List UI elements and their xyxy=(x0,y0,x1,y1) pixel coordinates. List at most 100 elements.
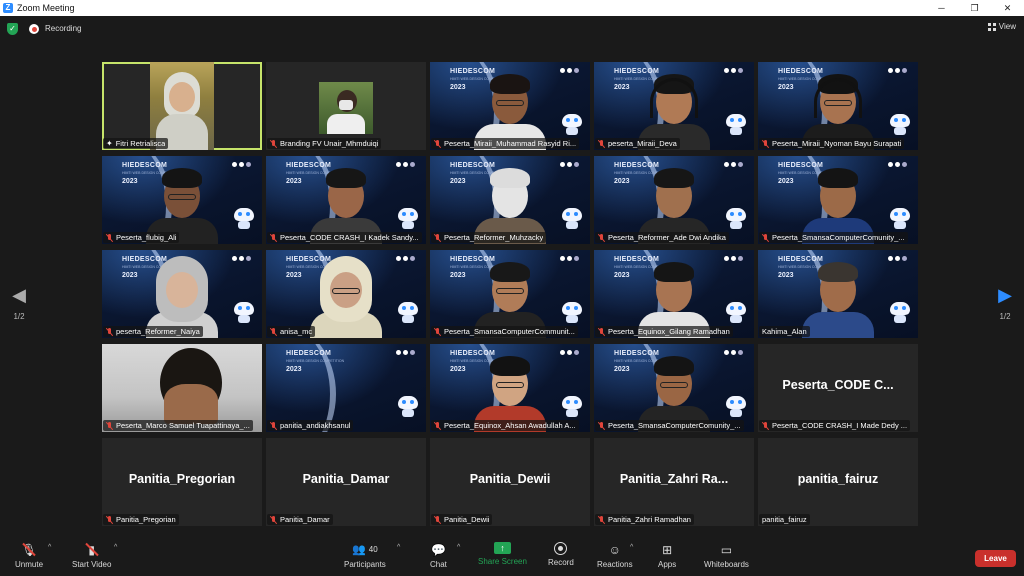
participant-tile[interactable]: HIEDESCOM HIMTI WEB DESIGN COMPETITION 202… xyxy=(102,156,262,244)
robot-mascot-icon xyxy=(724,208,748,230)
participant-name-tag: Peserta_Equinox_Gilang Ramadhan xyxy=(595,326,733,337)
participant-video xyxy=(798,62,878,150)
virtual-background: HIEDESCOM HIMTI WEB DESIGN COMPETITION 202… xyxy=(594,250,754,338)
participant-tile[interactable]: HIEDESCOM HIMTI WEB DESIGN COMPETITION 202… xyxy=(102,250,262,338)
participant-name: Peserta_Marco Samuel Tuapattinaya_... xyxy=(116,421,250,430)
participant-tile[interactable]: HIEDESCOM HIMTI WEB DESIGN COMPETITION 202… xyxy=(430,156,590,244)
participant-tile[interactable]: HIEDESCOM HIMTI WEB DESIGN COMPETITION 202… xyxy=(430,62,590,150)
sponsor-dots-icon xyxy=(724,256,744,262)
participant-tile[interactable]: HIEDESCOM HIMTI WEB DESIGN COMPETITION 202… xyxy=(594,250,754,338)
participant-name: peserta_Miraii_Deva xyxy=(608,139,677,148)
participant-tile[interactable]: Branding FV Unair_Mhmduiqi xyxy=(266,62,426,150)
participant-tile[interactable]: HIEDESCOM HIMTI WEB DESIGN COMPETITION 202… xyxy=(758,62,918,150)
participant-name-tag: Peserta_SmansaComputerCommunit... xyxy=(431,326,578,337)
next-page-button[interactable]: ▶ 1/2 xyxy=(995,286,1015,321)
background-year-text: 2023 xyxy=(614,84,630,91)
participant-tile[interactable]: Panitia_Damar Panitia_Damar xyxy=(266,438,426,526)
participants-button[interactable]: 👥 40 Participants xyxy=(344,542,386,569)
participant-name: Panitia_Dewii xyxy=(444,515,490,524)
unmute-button[interactable]: 🎙 Unmute xyxy=(15,542,43,570)
participant-tile[interactable]: Panitia_Dewii Panitia_Dewii xyxy=(430,438,590,526)
participant-tile[interactable]: HIEDESCOM HIMTI WEB DESIGN COMPETITION 202… xyxy=(758,250,918,338)
participant-name: Peserta_SmansaComputerCommunit... xyxy=(444,327,575,336)
background-subtitle-text: HIMTI WEB DESIGN COMPETITION xyxy=(286,359,345,363)
reactions-button[interactable]: ☺ Reactions xyxy=(597,542,633,570)
meeting-controls-bar: 🎙 Unmute ^ ▮ Start Video ^ 👥 40 Participa… xyxy=(0,538,1024,576)
participant-name: Peserta_Miraii_Nyoman Bayu Surapati xyxy=(772,139,902,148)
apps-button[interactable]: ⊞ Apps xyxy=(658,542,676,570)
participant-tile[interactable]: HIEDESCOM HIMTI WEB DESIGN COMPETITION 202… xyxy=(430,344,590,432)
start-video-button[interactable]: ▮ Start Video xyxy=(72,542,111,570)
leave-button[interactable]: Leave xyxy=(975,550,1016,567)
robot-mascot-icon xyxy=(560,396,584,418)
robot-mascot-icon xyxy=(560,208,584,230)
record-label: Record xyxy=(548,558,574,567)
participant-tile[interactable]: HIEDESCOM HIMTI WEB DESIGN COMPETITION 202… xyxy=(594,156,754,244)
mic-muted-icon xyxy=(106,327,113,336)
audio-options-caret-icon[interactable]: ^ xyxy=(48,544,51,551)
participants-label: Participants xyxy=(344,560,386,569)
participant-tile[interactable]: Panitia_Pregorian Panitia_Pregorian xyxy=(102,438,262,526)
view-button[interactable]: View xyxy=(987,22,1016,31)
virtual-background: HIEDESCOM HIMTI WEB DESIGN COMPETITION 202… xyxy=(102,250,262,338)
participant-tile[interactable]: Panitia_Zahri Ra... Panitia_Zahri Ramadh… xyxy=(594,438,754,526)
sponsor-dots-icon xyxy=(888,162,908,168)
background-year-text: 2023 xyxy=(614,272,630,279)
virtual-background: HIEDESCOM HIMTI WEB DESIGN COMPETITION 202… xyxy=(430,156,590,244)
participant-display-name: Panitia_Damar xyxy=(302,472,390,486)
participant-tile[interactable]: Peserta_CODE C... Peserta_CODE CRASH_I M… xyxy=(758,344,918,432)
participants-options-caret-icon[interactable]: ^ xyxy=(397,544,400,551)
participant-video xyxy=(798,156,878,244)
background-brand-text: HIEDESCOM xyxy=(286,350,332,357)
gallery-view: ✦ Fitri Retrialisca Branding FV Unair_Mh… xyxy=(102,62,922,530)
participant-tile[interactable]: HIEDESCOM HIMTI WEB DESIGN COMPETITION 202… xyxy=(266,156,426,244)
mic-muted-icon xyxy=(598,233,605,242)
chat-options-caret-icon[interactable]: ^ xyxy=(457,544,460,551)
previous-page-button[interactable]: ◀ 1/2 xyxy=(9,286,29,321)
participant-tile[interactable]: HIEDESCOM HIMTI WEB DESIGN COMPETITION 202… xyxy=(594,344,754,432)
mic-muted-icon xyxy=(270,515,277,524)
participant-video xyxy=(306,156,386,244)
record-button[interactable]: Record xyxy=(548,542,574,567)
robot-mascot-icon xyxy=(396,302,420,324)
participant-name-tag: Kahima_Alan xyxy=(759,326,810,337)
participant-tile[interactable]: HIEDESCOM HIMTI WEB DESIGN COMPETITION 202… xyxy=(594,62,754,150)
participant-tile[interactable]: HIEDESCOM HIMTI WEB DESIGN COMPETITION 202… xyxy=(430,250,590,338)
reactions-options-caret-icon[interactable]: ^ xyxy=(630,544,633,551)
participant-video xyxy=(634,344,714,432)
participant-tile[interactable]: HIEDESCOM HIMTI WEB DESIGN COMPETITION 202… xyxy=(266,344,426,432)
participant-name: panitia_fairuz xyxy=(762,515,807,524)
close-window-button[interactable]: ✕ xyxy=(991,0,1024,16)
robot-mascot-icon xyxy=(232,302,256,324)
participant-video xyxy=(306,250,386,338)
participant-tile[interactable]: panitia_fairuz panitia_fairuz xyxy=(758,438,918,526)
chat-button[interactable]: 💬 Chat xyxy=(430,542,447,570)
background-year-text: 2023 xyxy=(450,366,466,373)
participant-tile[interactable]: Peserta_Marco Samuel Tuapattinaya_... xyxy=(102,344,262,432)
minimize-button[interactable]: ─ xyxy=(925,0,958,16)
virtual-background: HIEDESCOM HIMTI WEB DESIGN COMPETITION 202… xyxy=(430,250,590,338)
restore-button[interactable]: ❐ xyxy=(958,0,991,16)
participant-name: Peserta_Reformer_Muhzacky xyxy=(444,233,544,242)
participant-tile[interactable]: HIEDESCOM HIMTI WEB DESIGN COMPETITION 202… xyxy=(266,250,426,338)
video-options-caret-icon[interactable]: ^ xyxy=(114,544,117,551)
background-year-text: 2023 xyxy=(614,178,630,185)
participant-video xyxy=(470,156,550,244)
background-year-text: 2023 xyxy=(778,178,794,185)
participant-video xyxy=(798,250,878,338)
background-year-text: 2023 xyxy=(450,84,466,91)
participant-name: Fitri Retrialisca xyxy=(115,139,166,148)
participant-tile[interactable]: HIEDESCOM HIMTI WEB DESIGN COMPETITION 202… xyxy=(758,156,918,244)
participant-tile[interactable]: ✦ Fitri Retrialisca xyxy=(102,62,262,150)
window-controls: ─ ❐ ✕ xyxy=(925,0,1024,16)
mic-muted-icon xyxy=(434,327,441,336)
participant-name-tag: Peserta_Reformer_Muhzacky xyxy=(431,232,547,243)
security-shield-icon[interactable]: ✓ xyxy=(7,23,18,35)
share-screen-button[interactable]: ↑ Share Screen xyxy=(478,542,527,566)
background-year-text: 2023 xyxy=(450,272,466,279)
virtual-background: HIEDESCOM HIMTI WEB DESIGN COMPETITION 202… xyxy=(102,156,262,244)
whiteboards-button[interactable]: ▭ Whiteboards xyxy=(704,542,749,570)
sponsor-dots-icon xyxy=(724,350,744,356)
background-year-text: 2023 xyxy=(614,366,630,373)
meeting-top-bar: ✓ Recording View xyxy=(0,16,1024,42)
